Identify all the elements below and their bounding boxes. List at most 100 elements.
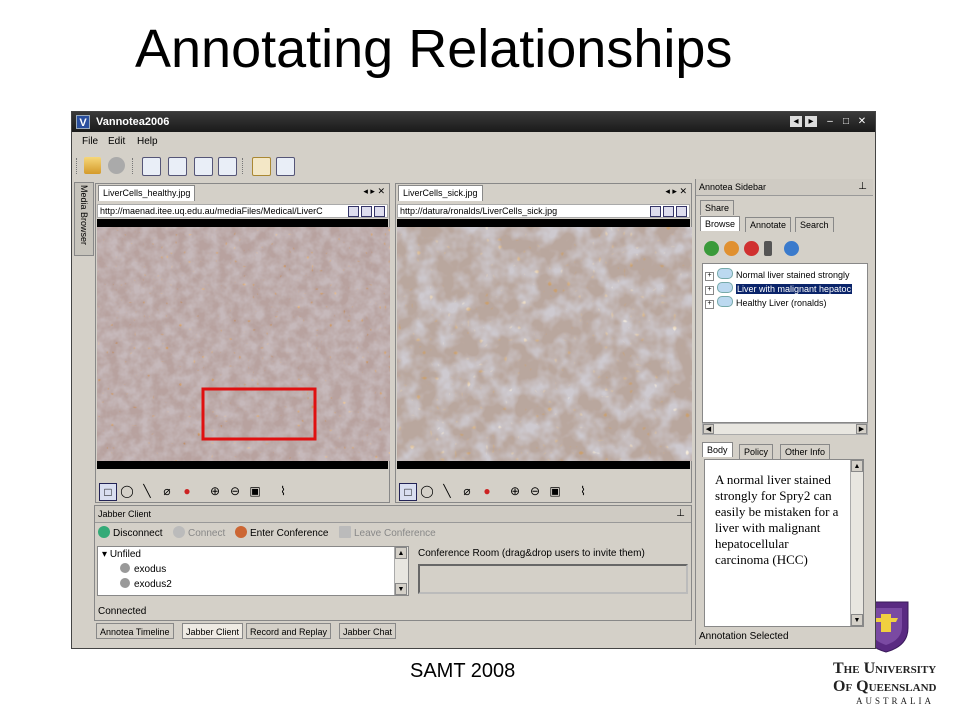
refresh-icon[interactable] (704, 241, 719, 256)
pin-icon[interactable]: ⊥ (858, 179, 867, 195)
scroll-left-icon[interactable]: ◀ (703, 424, 714, 434)
next-icon[interactable]: ▸ (672, 186, 677, 196)
tree-item[interactable]: + Normal liver stained strongly (705, 268, 850, 281)
forward-icon[interactable]: ▸ (805, 116, 817, 127)
leave-conference-button[interactable]: Leave Conference (339, 526, 436, 539)
delete-icon[interactable] (744, 241, 759, 256)
doc6-icon[interactable] (276, 157, 295, 176)
rectangle-tool-icon[interactable]: □ (399, 483, 417, 501)
zoom-out-icon[interactable]: ⊖ (527, 483, 543, 499)
doc2-icon[interactable] (168, 157, 187, 176)
tab-policy[interactable]: Policy (739, 444, 774, 459)
expand-icon[interactable]: + (705, 300, 714, 309)
contact-item[interactable]: exodus2 (120, 578, 172, 590)
next-icon[interactable]: ▸ (370, 186, 375, 196)
close-view-icon[interactable] (676, 206, 687, 217)
tab-record-replay[interactable]: Record and Replay (246, 623, 332, 639)
attach-icon[interactable]: ⌇ (275, 483, 291, 499)
media-browser-strip[interactable]: Media Browser (74, 182, 94, 256)
zoom-in-icon[interactable]: ⊕ (207, 483, 223, 499)
view-icon[interactable] (663, 206, 674, 217)
zoom-out-icon[interactable]: ⊖ (227, 483, 243, 499)
minimize-icon[interactable]: – (824, 116, 836, 127)
doc4-icon[interactable] (218, 157, 237, 176)
tab-other-info[interactable]: Other Info (780, 444, 831, 459)
scroll-down-icon[interactable]: ▼ (851, 614, 863, 626)
doc1-icon[interactable] (142, 157, 161, 176)
close-icon[interactable]: ✕ (856, 116, 868, 127)
scroll-down-icon[interactable]: ▼ (395, 583, 407, 595)
tree-item-selected[interactable]: + Liver with malignant hepatoc (705, 282, 853, 295)
pin-icon[interactable]: ⊥ (676, 506, 685, 522)
expand-icon[interactable]: + (705, 286, 714, 295)
scroll-right-icon[interactable]: ▶ (856, 424, 867, 434)
tab-annotea-timeline[interactable]: Annotea Timeline (96, 623, 174, 639)
link-icon[interactable] (784, 241, 799, 256)
body-scrollbar[interactable]: ▲ ▼ (850, 460, 863, 626)
contact-list[interactable]: ▾ Unfiled exodus exodus2 ▲ ▼ (97, 546, 409, 596)
tab-search[interactable]: Search (795, 217, 834, 232)
enter-conference-button[interactable]: Enter Conference (235, 526, 328, 539)
url-field[interactable]: http://datura/ronalds/LiverCells_sick.jp… (397, 204, 690, 218)
doc3-icon[interactable] (194, 157, 213, 176)
record-icon[interactable] (108, 157, 125, 174)
ellipse-tool-icon[interactable]: ◯ (119, 483, 135, 499)
open-folder-icon[interactable] (84, 157, 101, 174)
tab-share[interactable]: Share (700, 200, 735, 215)
expand-icon[interactable]: + (705, 272, 714, 281)
annotation-body[interactable]: A normal liver stained strongly for Spry… (704, 459, 864, 627)
fit-icon[interactable]: ▣ (547, 483, 563, 499)
connect-button[interactable]: Connect (173, 526, 225, 539)
scroll-up-icon[interactable]: ▲ (395, 547, 407, 559)
tab-jabber-client[interactable]: Jabber Client (182, 623, 244, 639)
url-field[interactable]: http://maenad.itee.uq.edu.au/mediaFiles/… (97, 204, 388, 218)
tab-annotate[interactable]: Annotate (745, 217, 792, 232)
ellipse-tool-icon[interactable]: ◯ (419, 483, 435, 499)
disconnect-button[interactable]: Disconnect (98, 526, 162, 539)
media-browser-tab[interactable]: Media Browser (79, 185, 89, 245)
tab-jabber-chat[interactable]: Jabber Chat (339, 623, 397, 639)
filter-icon[interactable] (764, 241, 772, 256)
attach-icon[interactable]: ⌇ (575, 483, 591, 499)
annotation-tree[interactable]: + Normal liver stained strongly + Liver wi… (702, 263, 868, 423)
conference-drop-area[interactable] (418, 564, 688, 594)
view-icon[interactable] (361, 206, 372, 217)
zoom-in-icon[interactable]: ⊕ (507, 483, 523, 499)
menu-file[interactable]: File (82, 136, 98, 147)
close-panel-icon[interactable]: ✕ (377, 186, 385, 196)
refresh-icon[interactable] (348, 206, 359, 217)
toolbar-grip[interactable] (76, 158, 80, 174)
contact-scrollbar[interactable]: ▲ ▼ (394, 547, 408, 595)
doc5-icon[interactable] (252, 157, 271, 176)
line-tool-icon[interactable]: ╲ (139, 483, 155, 499)
line-tool-icon[interactable]: ╲ (439, 483, 455, 499)
prev-icon[interactable]: ◂ (363, 186, 368, 196)
refresh-icon[interactable] (650, 206, 661, 217)
healthy-liver-image[interactable] (97, 219, 390, 469)
tree-scrollbar[interactable]: ◀ ▶ (702, 423, 868, 435)
scroll-up-icon[interactable]: ▲ (851, 460, 863, 472)
toolbar-grip[interactable] (242, 158, 246, 174)
fit-icon[interactable]: ▣ (247, 483, 263, 499)
close-panel-icon[interactable]: ✕ (679, 186, 687, 196)
close-view-icon[interactable] (374, 206, 385, 217)
toolbar-grip[interactable] (132, 158, 136, 174)
color-icon[interactable]: ● (479, 483, 495, 499)
menu-help[interactable]: Help (137, 136, 158, 147)
group-unfiled[interactable]: ▾ Unfiled (102, 549, 141, 560)
back-icon[interactable]: ◂ (790, 116, 802, 127)
tab-healthy-image[interactable]: LiverCells_healthy.jpg (98, 185, 196, 201)
reply-icon[interactable] (724, 241, 739, 256)
tab-body[interactable]: Body (702, 442, 733, 457)
sick-liver-image[interactable] (397, 219, 692, 469)
contact-item[interactable]: exodus (120, 563, 166, 575)
eraser-icon[interactable]: ⌀ (459, 483, 475, 499)
tab-sick-image[interactable]: LiverCells_sick.jpg (398, 185, 483, 201)
tab-browse[interactable]: Browse (700, 216, 741, 231)
menu-edit[interactable]: Edit (108, 136, 125, 147)
maximize-icon[interactable]: □ (840, 116, 852, 127)
rectangle-tool-icon[interactable]: □ (99, 483, 117, 501)
prev-icon[interactable]: ◂ (665, 186, 670, 196)
eraser-icon[interactable]: ⌀ (159, 483, 175, 499)
color-icon[interactable]: ● (179, 483, 195, 499)
